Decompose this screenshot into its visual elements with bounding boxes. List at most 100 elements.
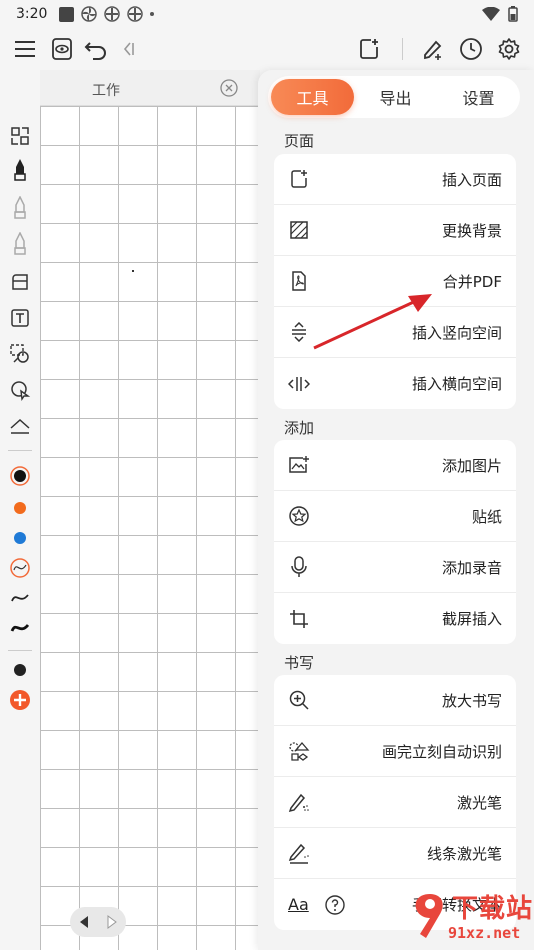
sticker-label: 贴纸 [471, 507, 502, 526]
preview-icon[interactable] [47, 34, 77, 64]
image-add-icon [288, 454, 310, 476]
status-bar: 3:20 [0, 0, 534, 28]
notification-icons [59, 6, 155, 22]
site-watermark: 下载站 91xz.net [412, 884, 534, 950]
rail-divider [8, 450, 32, 451]
settings-gear-icon[interactable] [494, 34, 524, 64]
add-page-icon [288, 168, 310, 190]
change-background-button[interactable]: 更换背景 [274, 205, 516, 256]
tab-export[interactable]: 导出 [354, 79, 437, 115]
tools-panel: 工具 导出 设置 页面 插入页面 更换背景 合并PDF 插入竖向空间 插入横向空… [258, 70, 534, 950]
add-image-label: 添加图片 [441, 456, 502, 475]
select-tool-icon[interactable] [8, 124, 32, 148]
color-orange[interactable] [8, 496, 32, 520]
screenshot-insert-button[interactable]: 截屏插入 [274, 593, 516, 644]
add-page-toolbar-icon[interactable] [354, 34, 384, 64]
eraser-tool-icon[interactable] [8, 270, 32, 294]
insert-page-button[interactable]: 插入页面 [274, 154, 516, 205]
menu-icon[interactable] [10, 34, 40, 64]
text-convert-icon: Aa [288, 895, 309, 914]
rail-divider [8, 650, 32, 651]
pen-settings-icon[interactable] [418, 34, 448, 64]
document-tab-title: 工作 [92, 83, 120, 99]
change-background-label: 更换背景 [441, 221, 502, 240]
page-navigator [70, 907, 126, 937]
pinwheel-icon [81, 6, 98, 22]
watermark-sub-text: 91xz.net [448, 924, 521, 942]
add-section-card: 添加图片 贴纸 添加录音 截屏插入 [274, 440, 516, 644]
insert-page-label: 插入页面 [441, 170, 502, 189]
close-tab-icon[interactable] [220, 79, 238, 97]
add-tool-button[interactable] [8, 688, 32, 712]
line-laser-pen-icon [288, 842, 310, 864]
auto-recognize-label: 画完立刻自动识别 [381, 742, 502, 761]
crop-icon [288, 608, 310, 630]
pencil-tool-icon[interactable] [8, 196, 32, 220]
insert-vertical-space-button[interactable]: 插入竖向空间 [274, 307, 516, 358]
shape-tool-icon[interactable] [8, 378, 32, 402]
watermark-main-text: 下载站 [452, 894, 534, 924]
app-notification-icon [59, 6, 75, 22]
more-notifications-dot [150, 12, 155, 16]
add-recording-button[interactable]: 添加录音 [274, 542, 516, 593]
highlighter-tool-icon[interactable] [8, 232, 32, 256]
add-recording-label: 添加录音 [441, 558, 502, 577]
zoom-writing-label: 放大书写 [441, 691, 502, 710]
color-black-selected[interactable] [8, 464, 32, 488]
add-image-button[interactable]: 添加图片 [274, 440, 516, 491]
laser-pen-label: 激光笔 [456, 793, 502, 812]
laser-pen-icon [288, 791, 310, 813]
stroke-medium-icon[interactable] [8, 586, 32, 610]
status-time: 3:20 [16, 6, 48, 22]
collapse-left-icon[interactable] [113, 34, 143, 64]
document-tab[interactable]: 工作 [40, 70, 260, 106]
sticker-button[interactable]: 贴纸 [274, 491, 516, 542]
vertical-space-icon [288, 321, 310, 343]
prev-page-icon[interactable] [78, 914, 90, 930]
shape-recognize-icon [288, 740, 310, 762]
horizontal-space-icon [288, 373, 310, 395]
pinwheel-icon [104, 6, 121, 22]
toolbar-divider [402, 38, 403, 60]
section-title-add: 添加 [284, 419, 315, 437]
wifi-icon [482, 7, 500, 21]
canvas-dot [132, 270, 134, 272]
pdf-icon [288, 270, 310, 292]
dot-size-icon[interactable] [8, 658, 32, 682]
stroke-thick-icon[interactable] [8, 616, 32, 640]
stroke-thin-selected[interactable] [8, 556, 32, 580]
ruler-tool-icon[interactable] [8, 414, 32, 438]
next-page-icon[interactable] [106, 914, 118, 930]
fountain-pen-icon[interactable] [8, 158, 32, 182]
lasso-tool-icon[interactable] [8, 342, 32, 366]
microphone-icon [288, 556, 310, 578]
line-laser-pen-label: 线条激光笔 [426, 844, 502, 863]
zoom-writing-button[interactable]: 放大书写 [274, 675, 516, 726]
background-icon [288, 219, 310, 241]
screenshot-insert-label: 截屏插入 [441, 610, 502, 628]
help-icon[interactable] [325, 894, 345, 915]
tab-settings[interactable]: 设置 [437, 79, 520, 115]
history-clock-icon[interactable] [456, 34, 486, 64]
zoom-in-icon [288, 689, 310, 711]
text-tool-icon[interactable] [8, 306, 32, 330]
insert-horizontal-space-button[interactable]: 插入横向空间 [274, 358, 516, 409]
sticker-icon [288, 505, 310, 527]
insert-horizontal-space-label: 插入横向空间 [411, 375, 502, 393]
battery-icon [508, 6, 518, 22]
insert-vertical-space-label: 插入竖向空间 [411, 323, 502, 342]
line-laser-pen-button[interactable]: 线条激光笔 [274, 828, 516, 879]
left-tool-rail [0, 70, 40, 950]
undo-icon[interactable] [81, 34, 111, 64]
merge-pdf-label: 合并PDF [442, 272, 502, 291]
auto-recognize-button[interactable]: 画完立刻自动识别 [274, 726, 516, 777]
section-title-writing: 书写 [284, 654, 315, 672]
section-title-page: 页面 [284, 132, 315, 150]
tab-tools[interactable]: 工具 [271, 79, 354, 115]
pinwheel-icon [127, 6, 144, 22]
color-blue[interactable] [8, 526, 32, 550]
laser-pen-button[interactable]: 激光笔 [274, 777, 516, 828]
grid-canvas[interactable] [40, 106, 270, 950]
merge-pdf-button[interactable]: 合并PDF [274, 256, 516, 307]
watermark-logo [415, 894, 443, 938]
